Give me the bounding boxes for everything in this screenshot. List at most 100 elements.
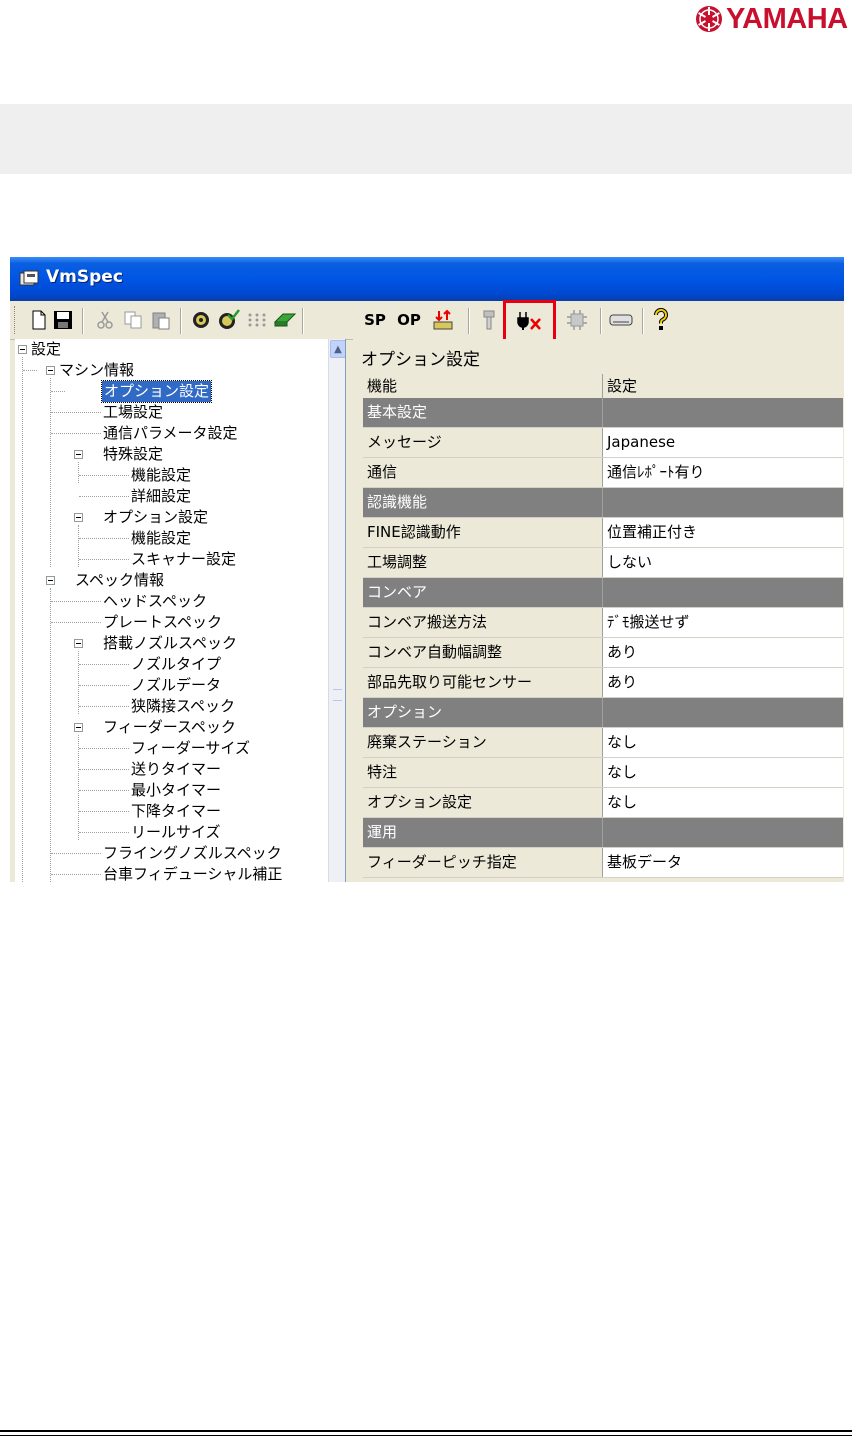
paste-icon[interactable] [148, 307, 174, 333]
grid-row[interactable]: 工場調整 しない [363, 548, 843, 578]
row-name: 運用 [363, 818, 602, 847]
copy-icon[interactable] [120, 307, 146, 333]
title-bar[interactable]: VmSpec [10, 257, 844, 301]
dot-grid-icon[interactable] [244, 307, 270, 333]
row-value[interactable]: 通信ﾚﾎﾟｰﾄ有り [602, 458, 843, 487]
row-value[interactable]: Japanese [602, 428, 843, 457]
op-button-label: OP [397, 311, 421, 329]
yamaha-logo: YAMAHA [694, 2, 848, 36]
footer-rule-thin [0, 1435, 852, 1436]
tree-node-head-spec[interactable]: ヘッドスペック [103, 591, 207, 612]
tree-node-feeder-spec[interactable]: フィーダースペック [103, 717, 236, 738]
footer-rule [0, 1430, 852, 1432]
tree-node-cart-fiducial[interactable]: 台車フィデューシャル補正 [103, 864, 282, 882]
row-value[interactable]: 位置補正付き [602, 518, 843, 547]
row-name: コンベア [363, 578, 602, 607]
column-header-setting[interactable]: 設定 [602, 374, 843, 398]
row-value[interactable]: しない [602, 548, 843, 577]
row-name: コンベア搬送方法 [363, 608, 602, 637]
scroll-up-button[interactable]: ▲ [330, 340, 345, 358]
tree-node-machine-info[interactable]: マシン情報 [59, 360, 134, 381]
cut-icon[interactable] [92, 307, 118, 333]
toolbar: SP OP [10, 301, 844, 340]
grid-row[interactable]: メッセージ Japanese [363, 428, 843, 458]
tree-scrollbar[interactable]: ▲ [328, 339, 345, 882]
grid-row[interactable]: フィーダーピッチ指定 基板データ [363, 848, 843, 878]
grid-row[interactable]: 通信 通信ﾚﾎﾟｰﾄ有り [363, 458, 843, 488]
grid-row[interactable]: 廃棄ステーション なし [363, 728, 843, 758]
tree-node-factory-settings[interactable]: 工場設定 [103, 402, 163, 423]
toolbar-separator [82, 308, 84, 334]
row-value[interactable]: なし [602, 788, 843, 817]
grid-row[interactable]: コンベア搬送方法 ﾃﾞﾓ搬送せず [363, 608, 843, 638]
tree-node-special-settings[interactable]: 特殊設定 [103, 444, 163, 465]
row-value[interactable]: なし [602, 758, 843, 787]
sp-button[interactable]: SP [362, 307, 388, 333]
row-value[interactable]: なし [602, 728, 843, 757]
row-value[interactable]: あり [602, 638, 843, 667]
panel-title: オプション設定 [361, 350, 480, 370]
grid-row[interactable]: オプション設定 なし [363, 788, 843, 818]
grid-row[interactable]: FINE認識動作 位置補正付き [363, 518, 843, 548]
row-value[interactable]: ﾃﾞﾓ搬送せず [602, 608, 843, 637]
tree-node-detail-settings[interactable]: 詳細設定 [131, 486, 191, 507]
grid-row[interactable]: 特注 なし [363, 758, 843, 788]
tree-node-spec-info[interactable]: スペック情報 [75, 570, 164, 591]
tree-node-function-settings[interactable]: 機能設定 [131, 465, 191, 486]
row-value[interactable]: 基板データ [602, 848, 843, 877]
tree-node-feed-timer[interactable]: 送りタイマー [131, 759, 221, 780]
save-icon[interactable] [50, 307, 76, 333]
op-button[interactable]: OP [396, 307, 422, 333]
section-value [602, 398, 843, 427]
scroll-grip[interactable] [333, 689, 342, 701]
row-name: 廃棄ステーション [363, 728, 602, 757]
transfer-arrows-icon[interactable] [430, 307, 456, 333]
column-header-function[interactable]: 機能 [363, 374, 602, 398]
tree-node-option-settings[interactable]: オプション設定 [103, 507, 208, 528]
chip-icon[interactable] [564, 307, 590, 333]
tree-node-plate-spec[interactable]: プレートスペック [103, 612, 222, 633]
row-name: 基本設定 [363, 398, 602, 427]
tree-node-min-timer[interactable]: 最小タイマー [131, 780, 221, 801]
section-value [602, 578, 843, 607]
tree-node-option-function-settings[interactable]: 機能設定 [131, 528, 191, 549]
row-name: オプション [363, 698, 602, 727]
section-value [602, 488, 843, 517]
tree-node-narrow-adjacent-spec[interactable]: 狭隣接スペック [131, 696, 235, 717]
vmspec-window: VmSpec SP OP 設定 マシン情報 オプション設定 工場設定 通信パラメ… [10, 257, 844, 882]
property-grid: 機能 設定 基本設定 メッセージ Japanese 通信 通信ﾚﾎﾟｰﾄ有り 認識機能 FI… [363, 374, 843, 878]
tree-node-nozzle-data[interactable]: ノズルデータ [131, 675, 221, 696]
row-value[interactable]: あり [602, 668, 843, 697]
tree-node-nozzle-spec[interactable]: 搭載ノズルスペック [103, 633, 237, 654]
toolbar-separator [180, 308, 182, 334]
tree-node-down-timer[interactable]: 下降タイマー [131, 801, 221, 822]
tree-node-flying-nozzle-spec[interactable]: フライングノズルスペック [103, 843, 282, 864]
yamaha-tuning-fork-icon [696, 6, 722, 32]
tree-node-nozzle-type[interactable]: ノズルタイプ [131, 654, 221, 675]
row-name: コンベア自動幅調整 [363, 638, 602, 667]
yamaha-wordmark: YAMAHA [726, 3, 848, 35]
tree-node-comm-params[interactable]: 通信パラメータ設定 [103, 423, 238, 444]
section-value [602, 698, 843, 727]
row-name: 部品先取り可能センサー [363, 668, 602, 697]
card-slot-icon[interactable] [608, 307, 634, 333]
row-name: メッセージ [363, 428, 602, 457]
new-document-icon[interactable] [26, 307, 52, 333]
grid-header: 機能 設定 [363, 374, 843, 398]
tree-node-option-settings-selected[interactable]: オプション設定 [100, 380, 213, 403]
grid-row[interactable]: 部品先取り可能センサー あり [363, 668, 843, 698]
row-name: 工場調整 [363, 548, 602, 577]
tree-node-feeder-size[interactable]: フィーダーサイズ [131, 738, 250, 759]
section-value [602, 818, 843, 847]
pcb-board-icon[interactable] [272, 307, 298, 333]
toolbar-grip[interactable] [14, 306, 18, 334]
grid-section-row: 認識機能 [363, 488, 843, 518]
tree-node-scanner-settings[interactable]: スキャナー設定 [131, 549, 236, 570]
reel-check-icon[interactable] [216, 307, 242, 333]
grid-row[interactable]: コンベア自動幅調整 あり [363, 638, 843, 668]
tree-node-reel-size[interactable]: リールサイズ [131, 822, 221, 843]
tree-node-settings[interactable]: 設定 [31, 339, 61, 360]
help-icon[interactable] [648, 307, 674, 333]
nozzle-icon[interactable] [476, 307, 502, 333]
reel-icon[interactable] [188, 307, 214, 333]
